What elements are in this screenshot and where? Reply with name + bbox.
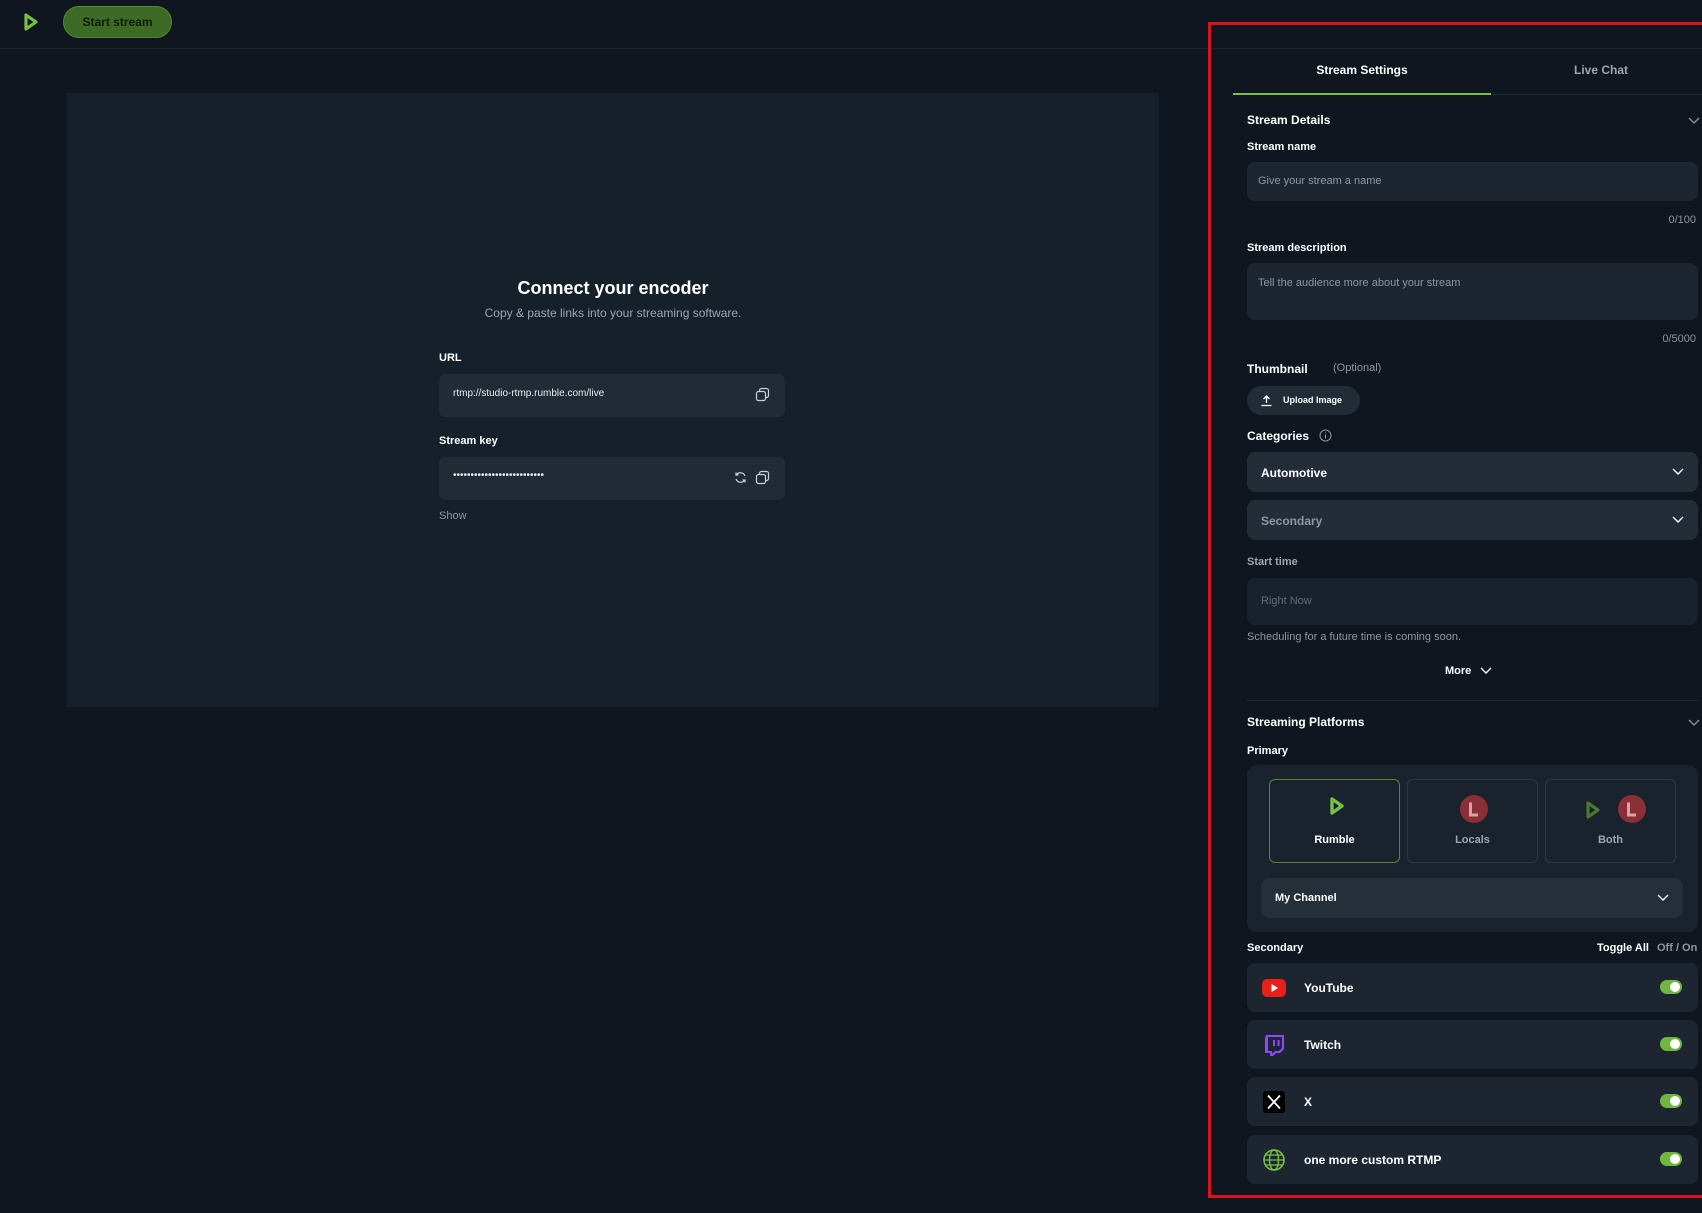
stream-name-label: Stream name (1247, 141, 1317, 153)
platform-option-label: Both (1597, 834, 1624, 846)
secondary-platform-name: Twitch (1304, 1038, 1342, 1052)
start-time-input: Right Now (1247, 578, 1698, 625)
stream-key-field[interactable]: •••••••••••••••••••••••••• (439, 457, 785, 500)
stream-key-value: •••••••••••••••••••••••••• (453, 470, 545, 481)
refresh-icon[interactable] (733, 470, 748, 485)
start-stream-button[interactable]: Start stream (63, 6, 172, 38)
chevron-down-icon (1657, 894, 1669, 901)
secondary-row-custom-rtmp: one more custom RTMP (1247, 1135, 1698, 1184)
rumble-logo-icon[interactable] (20, 12, 40, 32)
x-icon (1263, 1091, 1285, 1113)
stream-description-label: Stream description (1247, 242, 1347, 254)
channel-select[interactable]: My Channel (1261, 878, 1683, 918)
encoder-title: Connect your encoder (517, 278, 709, 298)
category-primary-value: Automotive (1261, 466, 1327, 480)
stream-key-label: Stream key (439, 435, 498, 447)
secondary-platform-name: X (1304, 1095, 1313, 1109)
section-divider (1247, 700, 1698, 701)
secondary-row-x: X (1247, 1077, 1698, 1126)
chevron-down-icon (1672, 516, 1684, 523)
secondary-platform-name: one more custom RTMP (1304, 1153, 1442, 1167)
rumble-icon (1586, 801, 1600, 819)
info-icon[interactable] (1319, 429, 1332, 442)
chevron-down-icon[interactable] (1688, 117, 1700, 125)
channel-value: My Channel (1275, 892, 1337, 904)
copy-icon[interactable] (755, 470, 770, 485)
schedule-note: Scheduling for a future time is coming s… (1247, 631, 1462, 643)
thumbnail-optional: (Optional) (1333, 362, 1382, 374)
more-label: More (1445, 665, 1472, 677)
platform-option-label: Rumble (1314, 834, 1355, 846)
primary-label: Primary (1247, 745, 1288, 757)
show-key-link[interactable]: Show (439, 510, 467, 522)
url-field[interactable]: rtmp://studio-rtmp.rumble.com/live (439, 374, 785, 417)
x-toggle[interactable] (1660, 1094, 1682, 1108)
platform-option-label: Locals (1455, 834, 1490, 846)
upload-image-button[interactable]: Upload Image (1247, 386, 1360, 415)
primary-platform-box: Rumble Locals Both My Channel (1247, 765, 1698, 932)
off-on-label: Off / On (1657, 942, 1698, 954)
platform-option-locals[interactable]: Locals (1407, 779, 1538, 863)
twitch-icon (1265, 1035, 1284, 1056)
stream-name-placeholder: Give your stream a name (1258, 175, 1382, 187)
thumbnail-label: Thumbnail (Optional) (1247, 362, 1381, 376)
more-button[interactable]: More (1445, 665, 1492, 677)
locals-icon (1618, 795, 1646, 823)
url-label: URL (439, 352, 462, 364)
rumble-icon (1330, 797, 1344, 815)
locals-icon (1460, 795, 1488, 823)
youtube-icon (1262, 979, 1286, 997)
stream-details-title[interactable]: Stream Details (1247, 113, 1330, 127)
stream-description-counter: 0/5000 (1662, 333, 1696, 345)
stream-preview: Connect your encoder Copy & paste links … (67, 93, 1159, 707)
stream-description-input[interactable]: Tell the audience more about your stream (1247, 263, 1698, 320)
chevron-down-icon[interactable] (1688, 719, 1700, 727)
stream-name-counter: 0/100 (1668, 214, 1696, 226)
stream-name-input[interactable]: Give your stream a name (1247, 162, 1698, 201)
start-time-label: Start time (1247, 556, 1298, 568)
streaming-platforms-title[interactable]: Streaming Platforms (1247, 715, 1364, 729)
toggle-all-button[interactable]: Toggle All (1597, 942, 1649, 954)
category-secondary-value: Secondary (1261, 514, 1323, 528)
upload-image-label: Upload Image (1283, 395, 1343, 405)
encoder-subtitle: Copy & paste links into your streaming s… (484, 306, 742, 320)
twitch-toggle[interactable] (1660, 1037, 1682, 1051)
upload-icon (1261, 395, 1272, 407)
globe-icon (1263, 1149, 1285, 1171)
start-time-placeholder: Right Now (1261, 595, 1312, 607)
stream-description-placeholder: Tell the audience more about your stream (1258, 277, 1461, 289)
tab-live-chat[interactable]: Live Chat (1491, 49, 1702, 95)
secondary-label: Secondary (1247, 942, 1304, 954)
category-primary-select[interactable]: Automotive (1247, 452, 1698, 492)
platform-option-rumble[interactable]: Rumble (1269, 779, 1400, 863)
panel-tabs: Stream Settings Live Chat (1233, 49, 1702, 95)
custom-rtmp-toggle[interactable] (1660, 1152, 1682, 1166)
copy-icon[interactable] (755, 387, 770, 402)
categories-label: Categories (1247, 429, 1310, 443)
thumbnail-label-text: Thumbnail (1247, 362, 1308, 376)
platform-option-both[interactable]: Both (1545, 779, 1676, 863)
category-secondary-select[interactable]: Secondary (1247, 500, 1698, 540)
url-value: rtmp://studio-rtmp.rumble.com/live (453, 388, 605, 399)
secondary-row-youtube: YouTube (1247, 963, 1698, 1012)
chevron-down-icon (1480, 667, 1492, 674)
secondary-platform-name: YouTube (1304, 981, 1354, 995)
stream-settings-panel: Stream Settings Live Chat Stream Details… (1208, 22, 1702, 1198)
chevron-down-icon (1672, 468, 1684, 475)
tab-stream-settings[interactable]: Stream Settings (1233, 49, 1491, 95)
secondary-row-twitch: Twitch (1247, 1020, 1698, 1069)
youtube-toggle[interactable] (1660, 980, 1682, 994)
